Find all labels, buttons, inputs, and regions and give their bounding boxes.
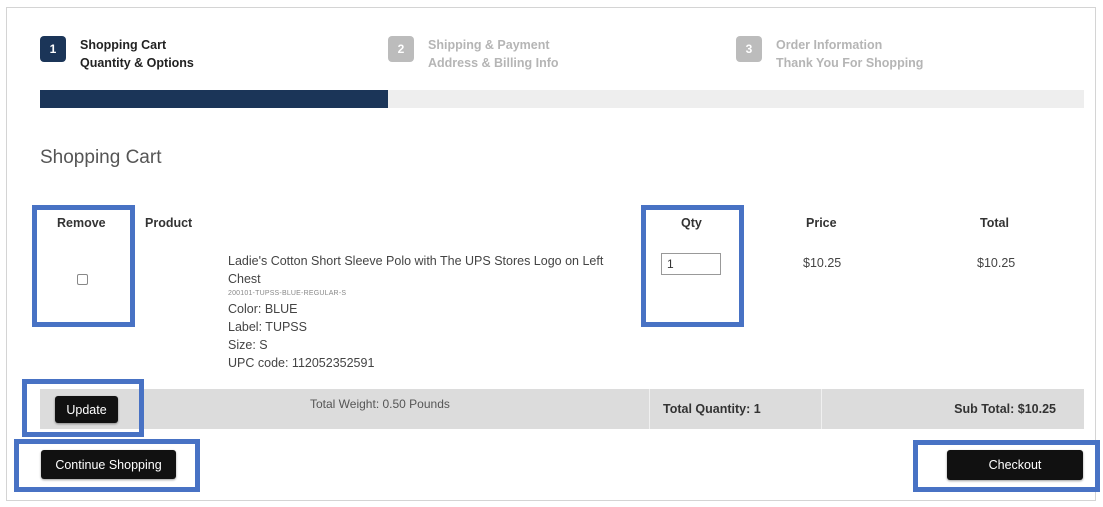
summary-divider: [821, 389, 822, 429]
step-subtitle: Thank You For Shopping: [776, 56, 924, 70]
header-price: Price: [806, 216, 837, 230]
highlight-continue-shopping-button: [14, 439, 200, 492]
header-total: Total: [980, 216, 1009, 230]
product-name[interactable]: Ladie's Cotton Short Sleeve Polo with Th…: [228, 252, 638, 288]
step-subtitle: Quantity & Options: [80, 56, 194, 70]
step-title: Shipping & Payment: [428, 38, 550, 52]
step-title: Order Information: [776, 38, 883, 52]
header-product: Product: [145, 216, 193, 230]
product-details: Ladie's Cotton Short Sleeve Polo with Th…: [228, 252, 638, 372]
product-label: Label: TUPSS: [228, 320, 307, 334]
checkout-progress-bar: [40, 90, 1084, 108]
total-weight: Total Weight: 0.50 Pounds: [310, 397, 450, 411]
item-total: $10.25: [977, 256, 1016, 270]
step-number: 2: [388, 36, 414, 62]
highlight-remove-column: [32, 205, 135, 327]
product-size: Size: S: [228, 338, 268, 352]
highlight-update-button: [22, 379, 144, 437]
step-number: 3: [736, 36, 762, 62]
item-price: $10.25: [803, 256, 842, 270]
sub-total: Sub Total: $10.25: [954, 402, 1056, 416]
highlight-qty-column: [641, 205, 744, 327]
page-title: Shopping Cart: [40, 147, 162, 168]
product-color: Color: BLUE: [228, 302, 298, 316]
step-title: Shopping Cart: [80, 38, 167, 52]
progress-fill: [40, 90, 388, 108]
total-quantity: Total Quantity: 1: [663, 402, 761, 416]
summary-divider: [649, 389, 650, 429]
step-order-information: 3 Order Information Thank You For Shoppi…: [736, 36, 923, 72]
highlight-checkout-button: [913, 440, 1100, 492]
product-sku: 200101-TUPSS-BLUE-REGULAR-S: [228, 290, 347, 297]
product-upc: UPC code: 112052352591: [228, 356, 375, 370]
step-shipping-payment: 2 Shipping & Payment Address & Billing I…: [388, 36, 559, 72]
step-subtitle: Address & Billing Info: [428, 56, 559, 70]
step-shopping-cart: 1 Shopping Cart Quantity & Options: [40, 36, 194, 72]
cart-summary-bar: Total Weight: 0.50 Pounds Total Quantity…: [40, 389, 1084, 429]
step-number: 1: [40, 36, 66, 62]
